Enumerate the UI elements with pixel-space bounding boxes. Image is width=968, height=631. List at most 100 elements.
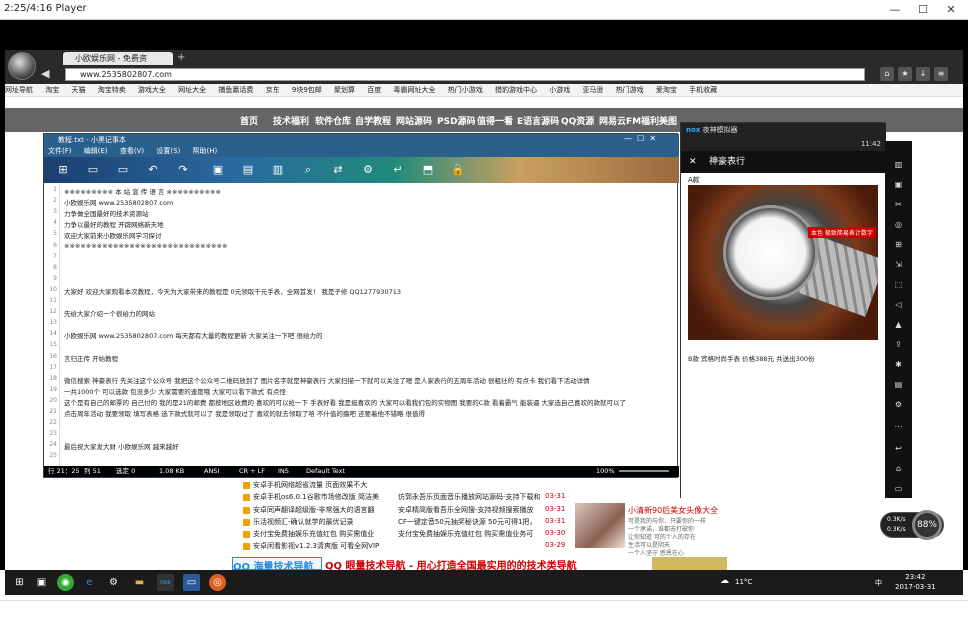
back-icon[interactable]: ◀: [41, 67, 49, 80]
bookmark-item[interactable]: 游戏大全: [138, 86, 166, 94]
nav-item[interactable]: 值得一看: [477, 114, 513, 127]
bookmark-item[interactable]: 9块9包邮: [292, 86, 322, 94]
ime-indicator[interactable]: 中: [875, 578, 882, 588]
close-icon[interactable]: ✕: [689, 151, 697, 173]
sidebar-tool-icon[interactable]: …: [892, 419, 905, 431]
bookmark-icon[interactable]: ⬒: [419, 162, 437, 177]
weather-icon[interactable]: ☁: [720, 576, 729, 586]
star-icon[interactable]: ★: [898, 67, 912, 81]
bookmark-item[interactable]: 京东: [266, 86, 280, 94]
nox-taskbar-icon[interactable]: nox: [157, 574, 174, 591]
browser-tab[interactable]: 小欧娱乐网 - 免费资: [63, 52, 173, 65]
paste-icon[interactable]: ▥: [269, 162, 287, 177]
settings-icon[interactable]: ⚙: [105, 574, 122, 591]
sidebar-tool-icon[interactable]: ▲: [892, 319, 905, 331]
status-style[interactable]: Default Text: [306, 466, 345, 477]
bookmark-item[interactable]: 网址大全: [178, 86, 206, 94]
nav-item[interactable]: PSD源码: [437, 114, 476, 127]
banner-ad[interactable]: [652, 557, 727, 570]
edge-icon[interactable]: e: [81, 574, 98, 591]
memory-usage-ring[interactable]: 88%: [912, 510, 942, 540]
list-item[interactable]: 安卓闲看影视v1.2.3清爽版 可看全网VIP: [243, 541, 379, 551]
banner-left[interactable]: QQ 海量技术导航: [232, 557, 322, 570]
home-icon[interactable]: ⌂: [880, 67, 894, 81]
bookmark-item[interactable]: 淘宝特卖: [98, 86, 126, 94]
nav-item[interactable]: 网易云FM: [599, 114, 641, 127]
menu-view[interactable]: 查看(V): [120, 147, 144, 155]
bookmark-item[interactable]: 热门游戏: [616, 86, 644, 94]
home-icon[interactable]: ⌂: [892, 463, 905, 475]
menu-file[interactable]: 文件(F): [48, 147, 72, 155]
replace-icon[interactable]: ⇄: [329, 162, 347, 177]
bookmark-item[interactable]: 捕鱼赢话费: [218, 86, 253, 94]
banner-main[interactable]: QQ 眼量技术导航 - 用心打造全国最实用的的技术类导航: [325, 557, 650, 570]
new-tab-button[interactable]: +: [177, 52, 185, 63]
save-icon[interactable]: ▭: [114, 162, 132, 177]
address-bar[interactable]: www.2535802807.com: [65, 68, 865, 81]
cut-icon[interactable]: ▣: [209, 162, 227, 177]
bookmark-item[interactable]: 淘宝: [45, 86, 59, 94]
avatar-image[interactable]: [575, 503, 625, 548]
sidebar-tool-icon[interactable]: ▥: [892, 159, 905, 171]
sidebar-tool-icon[interactable]: ⬚: [892, 279, 905, 291]
player-taskbar-icon[interactable]: ◎: [209, 574, 226, 591]
sidebar-tool-icon[interactable]: ⇪: [892, 339, 905, 351]
nav-item[interactable]: 软件仓库: [315, 114, 351, 127]
browser-app-icon[interactable]: ◉: [57, 574, 74, 591]
browser-logo-icon[interactable]: [8, 52, 36, 80]
list-item[interactable]: 安卓精简版看吾乐全网搜-支持视频搜索播放: [398, 505, 534, 515]
undo-icon[interactable]: ↶: [144, 162, 162, 177]
bookmark-item[interactable]: 聚划算: [334, 86, 355, 94]
new-file-icon[interactable]: ⊞: [54, 162, 72, 177]
sidebar-tool-icon[interactable]: ✱: [892, 359, 905, 371]
nav-item[interactable]: 网站源码: [396, 114, 432, 127]
list-item[interactable]: 支付宝免费抽娱乐充值红包 购买需值业: [243, 529, 374, 539]
list-item[interactable]: 仿郭永吾乐页面音乐播放网站源码-支持下载和: [398, 492, 541, 502]
recent-apps-icon[interactable]: ▭: [892, 483, 905, 495]
headline-link[interactable]: 小清新90后美女头像大全: [628, 505, 718, 516]
nav-item[interactable]: 福利美图: [641, 114, 677, 127]
minimize-button[interactable]: —: [884, 2, 906, 17]
notepad-taskbar-icon[interactable]: ▭: [183, 574, 200, 591]
copy-icon[interactable]: ▤: [239, 162, 257, 177]
bookmark-item[interactable]: 亚马逊: [582, 86, 603, 94]
sidebar-tool-icon[interactable]: ▤: [892, 379, 905, 391]
nav-item[interactable]: 自学教程: [355, 114, 391, 127]
menu-settings[interactable]: 设置(S): [156, 147, 180, 155]
bookmark-item[interactable]: 热门小游戏: [448, 86, 483, 94]
zoom-slider[interactable]: [619, 470, 669, 472]
menu-icon[interactable]: ≡: [934, 67, 948, 81]
status-encoding[interactable]: ANSI: [204, 466, 219, 477]
sidebar-tool-icon[interactable]: ◁: [892, 299, 905, 311]
menu-edit[interactable]: 编辑(E): [84, 147, 108, 155]
text-area[interactable]: ※※※※※※※※※ 本 站 宣 传 语 言 ※※※※※※※※※※ 小欧娱乐网 ww…: [44, 183, 679, 466]
sidebar-tool-icon[interactable]: ⊞: [892, 239, 905, 251]
store-icon[interactable]: ▣: [33, 574, 50, 591]
list-item[interactable]: 安卓同声翻译超级版-非常强大的语言翻: [243, 505, 375, 515]
list-item[interactable]: 安卓手机网络超省流量 页面效果不大: [243, 480, 367, 490]
menu-help[interactable]: 帮助(H): [193, 147, 218, 155]
close-button[interactable]: ✕: [940, 2, 962, 17]
list-item[interactable]: 安卓手机os6.0.1谷歌市场修改版 简洁美: [243, 492, 379, 502]
bookmark-item[interactable]: 手机收藏: [689, 86, 717, 94]
nav-home[interactable]: 首页: [240, 114, 258, 127]
sidebar-tool-icon[interactable]: ✂: [892, 199, 905, 211]
notepad-window-controls[interactable]: — ☐ ✕: [624, 134, 656, 143]
list-item[interactable]: 乐活视频汇-确认就学的最优记录: [243, 517, 354, 527]
open-icon[interactable]: ▭: [84, 162, 102, 177]
sidebar-tool-icon[interactable]: ▣: [892, 179, 905, 191]
watch-image[interactable]: 本色 极致简易表计数字: [688, 185, 878, 340]
nav-item[interactable]: QQ资源: [561, 114, 594, 127]
list-item[interactable]: 支付宝免费抽娱乐充值红包 购买需值业务可: [398, 529, 533, 539]
redo-icon[interactable]: ↷: [174, 162, 192, 177]
taskbar-clock[interactable]: 23:42 2017-03-31: [895, 572, 936, 592]
back-icon[interactable]: ↩: [892, 443, 905, 455]
nav-item[interactable]: E语言源码: [517, 114, 559, 127]
nav-item[interactable]: 技术福利: [273, 114, 309, 127]
bookmark-item[interactable]: 爱淘宝: [656, 86, 677, 94]
wrap-icon[interactable]: ↵: [389, 162, 407, 177]
sidebar-tool-icon[interactable]: ⇲: [892, 259, 905, 271]
lock-icon[interactable]: 🔒: [449, 162, 467, 177]
start-icon[interactable]: ⊞: [11, 574, 28, 591]
sidebar-tool-icon[interactable]: ⚙: [892, 399, 905, 411]
